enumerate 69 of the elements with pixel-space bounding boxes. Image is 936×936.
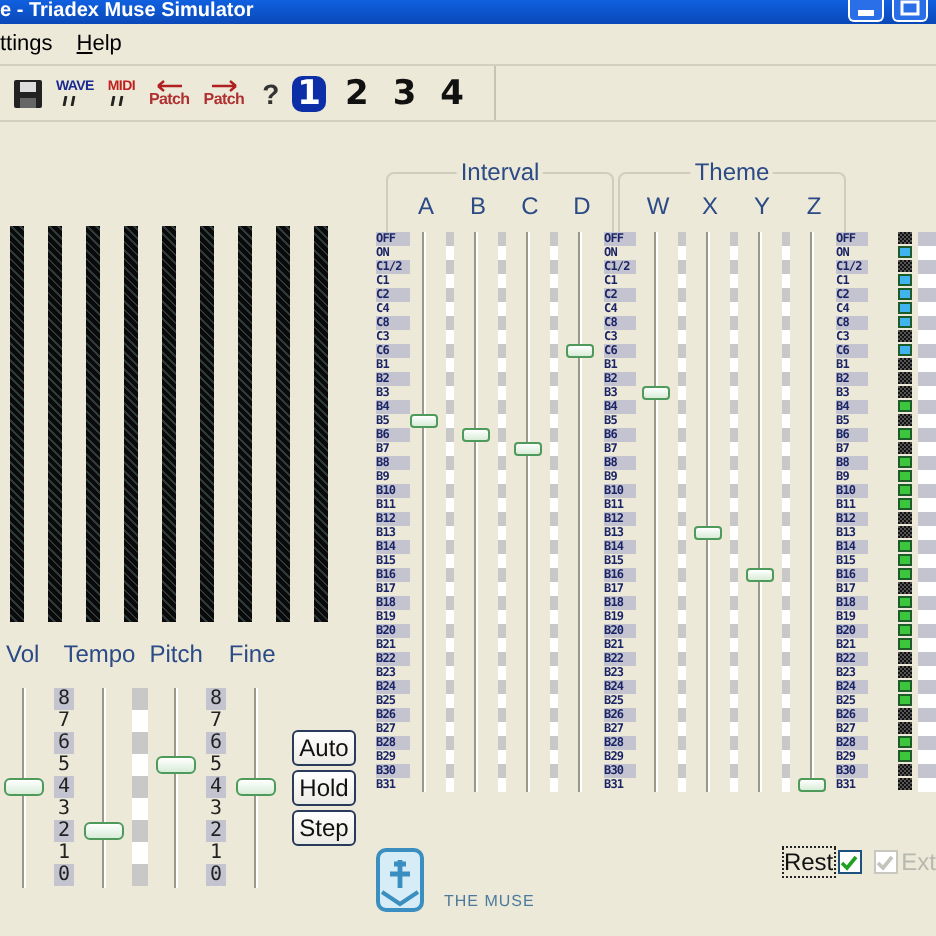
patch-out-button[interactable]: Patch [203,79,245,107]
save-button[interactable] [14,79,42,107]
group-title: Theme [690,158,774,186]
window-title: e - Triadex Muse Simulator [0,0,254,24]
checkbox-label: Rest [783,848,834,876]
slider-label: Y [751,192,772,220]
checkbox[interactable] [837,850,862,874]
mode-button[interactable]: Step [292,810,356,846]
pattern-button[interactable]: 4 [434,75,471,111]
mode-button[interactable]: Auto [292,730,356,766]
slider-thumb[interactable] [4,778,44,796]
slider-label: X [699,192,720,220]
slider-label: Pitch [149,640,203,668]
scale-number: 7 [207,710,225,732]
slider-thumb[interactable] [798,778,826,792]
arrow-left-icon [155,79,184,91]
scale-number: 8 [206,688,226,710]
slider-thumb[interactable] [566,343,594,358]
slider-thumb[interactable] [236,778,276,796]
help-button[interactable]: ? [262,77,280,109]
slider-thumb[interactable] [410,413,438,428]
scale-number: 5 [207,754,225,776]
scale-number: 4 [54,776,74,798]
slider-label: Fine [228,640,276,668]
scale-number: 8 [54,688,74,710]
pattern-button[interactable]: 3 [386,75,423,111]
pattern-button[interactable]: 2 [338,75,375,111]
slider-thumb[interactable] [642,385,670,400]
group-title: Interval [456,158,544,186]
scale-number: 0 [206,864,226,886]
shield-logo [376,848,424,912]
minimize-icon [858,10,874,16]
maximize-icon [900,0,920,16]
mode-button[interactable]: Hold [292,770,356,806]
scale-number: 5 [55,754,73,776]
scale-number: 0 [54,864,74,886]
minimize-button[interactable] [848,0,884,22]
slider-label: C [519,192,541,220]
slider-thumb[interactable] [746,567,774,582]
slider-thumb[interactable] [462,428,490,442]
slider-label: A [415,192,436,220]
slider-label: W [644,192,672,220]
slider-label: B [467,192,488,220]
slider-thumb[interactable] [84,822,124,840]
menu-item[interactable]: ttings [0,32,53,56]
floppy-icon [14,79,42,107]
scale-number: 6 [206,732,226,754]
slider-label: Z [804,192,824,220]
maximize-button[interactable] [892,0,928,22]
slider-label: Tempo [63,640,136,668]
slider-thumb[interactable] [694,525,722,540]
scale-number: 2 [206,820,226,842]
menu-item[interactable]: Help [76,32,122,56]
scale-number: 4 [206,776,226,798]
patch-in-button[interactable]: Patch [148,79,190,107]
scale-number: 6 [54,732,74,754]
arrow-right-icon [209,79,238,91]
scale-number: 1 [207,842,225,864]
slider-thumb[interactable] [156,756,196,774]
slider-thumb[interactable] [514,442,542,457]
scale-number: 1 [55,842,73,864]
logo-text: THE MUSE [444,892,535,910]
scale-number: 2 [54,820,74,842]
pattern-button[interactable]: 1 [291,75,327,111]
scale-number: 3 [55,798,73,820]
slider-label: Vol [6,640,40,668]
scale-number: 7 [55,710,73,732]
scale-number: 3 [207,798,225,820]
slider-label: D [571,192,593,220]
